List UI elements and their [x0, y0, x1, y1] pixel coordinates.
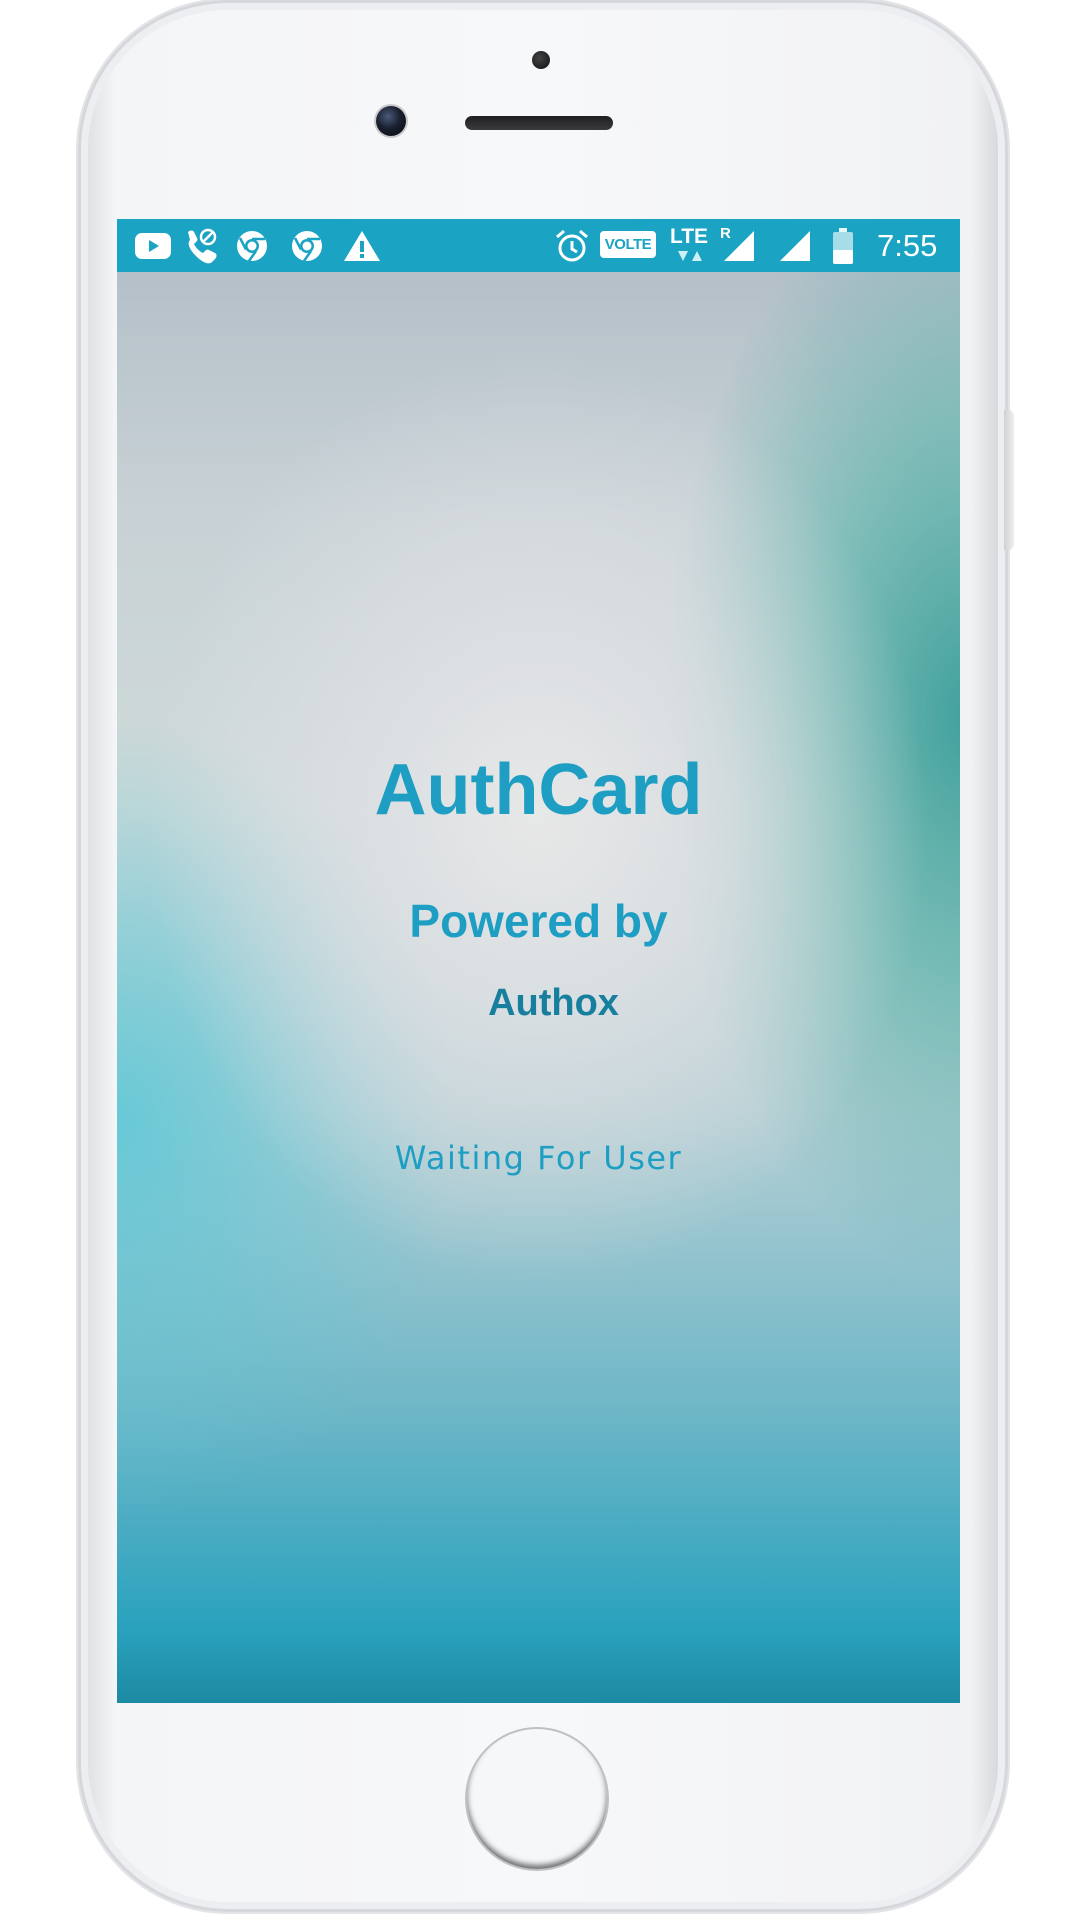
- home-button[interactable]: [467, 1729, 607, 1869]
- status-bar: VOLTE LTE R 7:55: [117, 219, 960, 272]
- device-mockup: VOLTE LTE R 7:55 AuthCard Powered by Aut…: [0, 0, 1080, 1920]
- app-screen: VOLTE LTE R 7:55 AuthCard Powered by Aut…: [117, 219, 960, 1703]
- brand-name: Authox: [488, 982, 619, 1024]
- app-title: AuthCard: [374, 750, 703, 830]
- chrome-icon: [234, 227, 270, 265]
- clock: 7:55: [877, 228, 938, 263]
- earpiece-speaker: [465, 116, 613, 130]
- waiting-status: Waiting For User: [394, 1139, 683, 1177]
- lte-icon: LTE: [667, 223, 711, 267]
- data-arrows-icon: [678, 251, 702, 261]
- youtube-icon: [135, 227, 171, 265]
- wifi-calling-icon: [181, 227, 219, 265]
- power-button: [1004, 410, 1014, 550]
- proximity-sensor: [532, 51, 550, 69]
- lte-label: LTE: [669, 225, 709, 248]
- powered-by-label: Powered by: [409, 895, 668, 947]
- battery-icon: [830, 227, 856, 265]
- chrome-icon: [289, 227, 325, 265]
- signal-icon: [721, 227, 757, 265]
- volte-icon: VOLTE: [600, 231, 656, 258]
- alarm-icon: [553, 227, 591, 265]
- warning-icon: [343, 227, 381, 265]
- signal-icon: [777, 227, 813, 265]
- front-camera: [376, 106, 406, 136]
